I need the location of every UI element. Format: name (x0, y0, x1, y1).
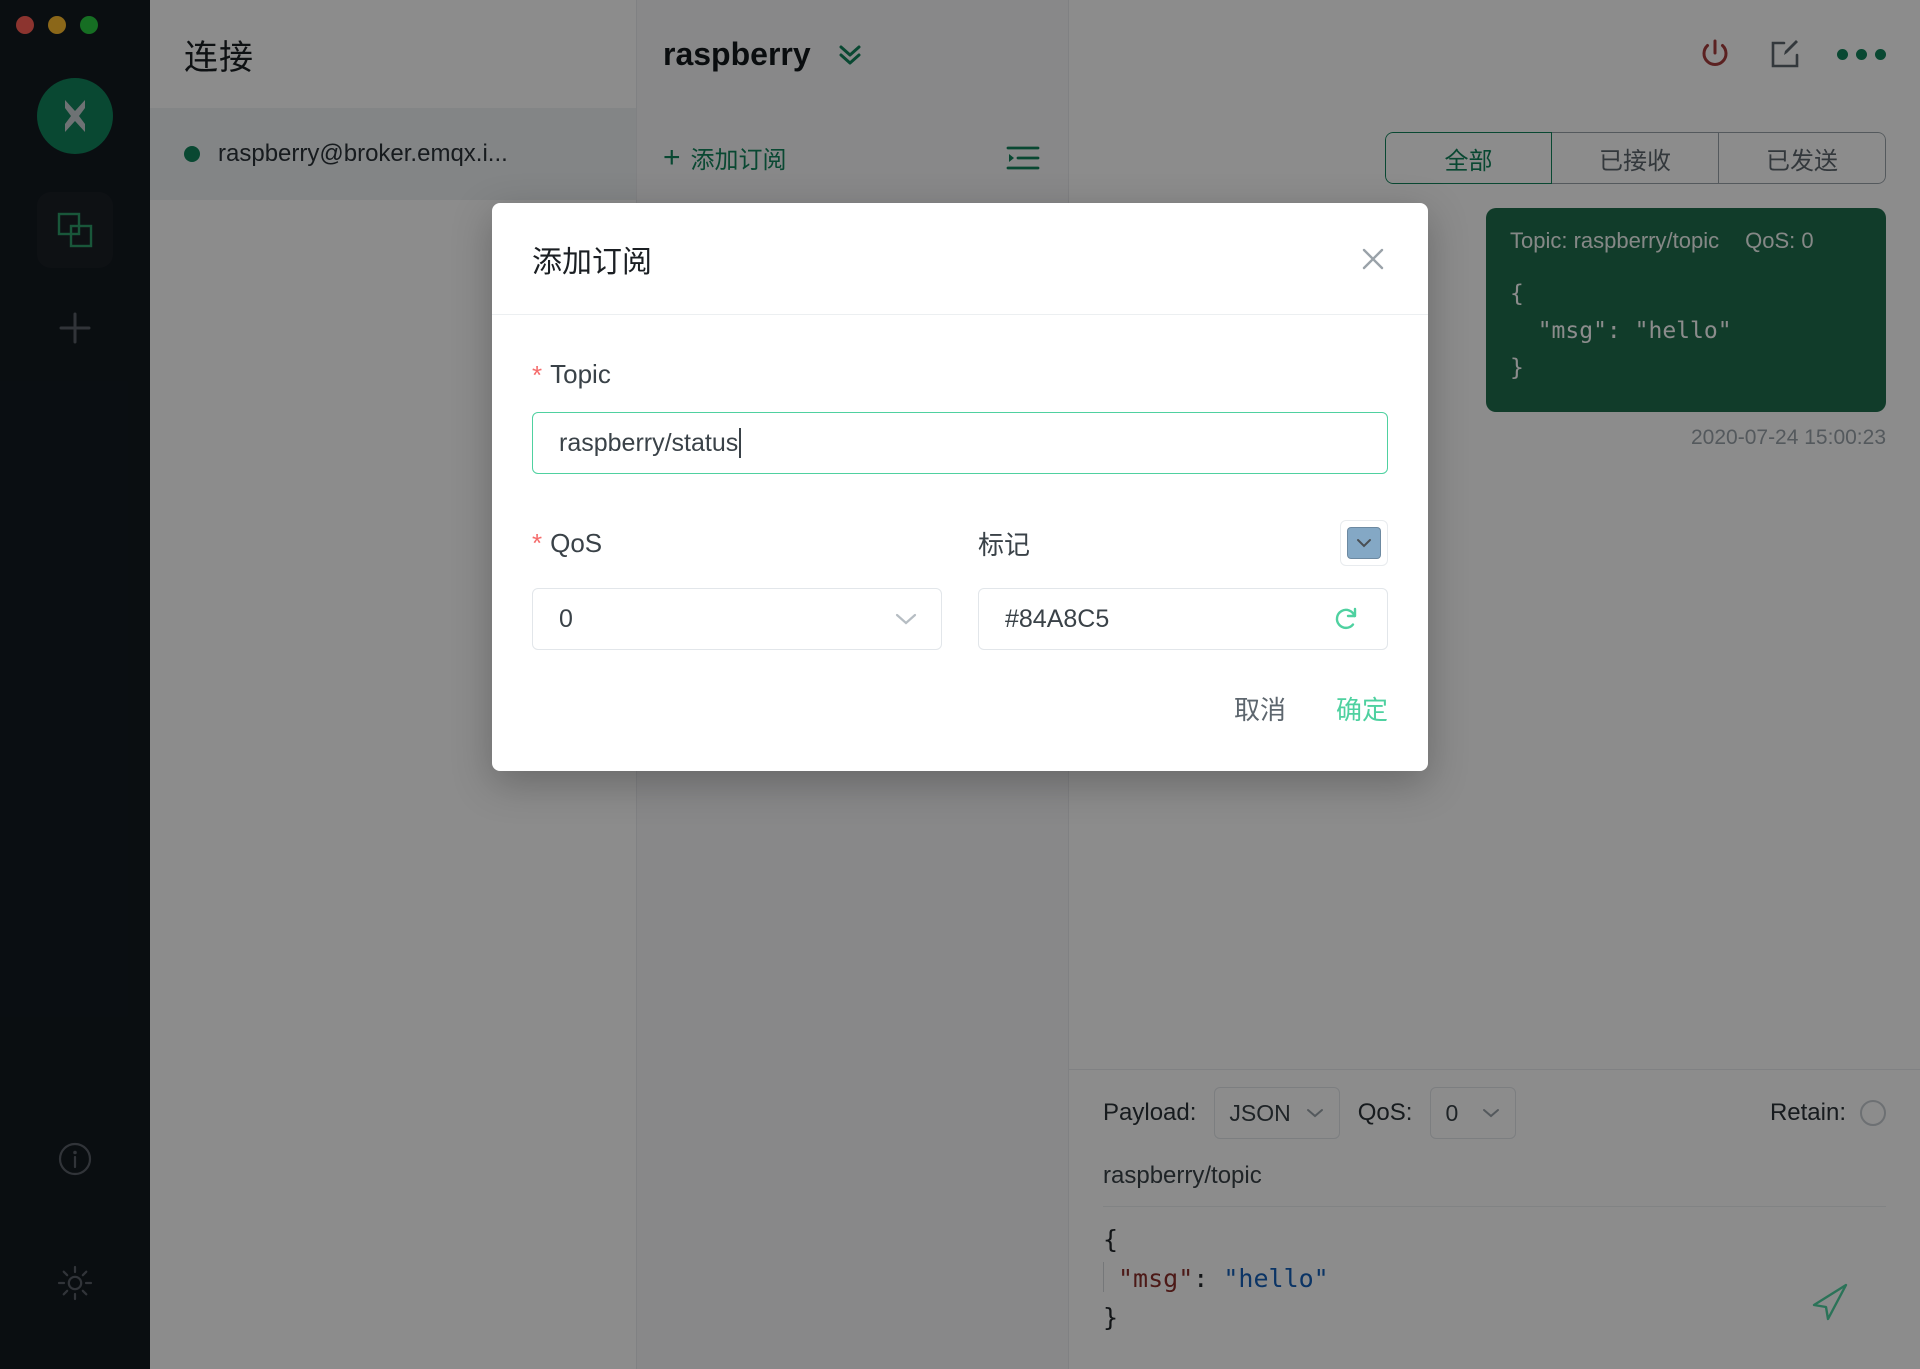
refresh-icon (1331, 604, 1361, 634)
tag-field-label: 标记 (978, 525, 1030, 562)
tag-label-text: 标记 (978, 525, 1030, 562)
text-caret (739, 428, 741, 458)
topic-field-label: * Topic (532, 359, 1388, 390)
app-root: 连接 raspberry@broker.emqx.i... + 添加订阅 (0, 0, 1920, 1369)
dialog-header: 添加订阅 (492, 203, 1428, 315)
topic-input[interactable]: raspberry/status (532, 412, 1388, 474)
qos-select[interactable]: 0 (532, 588, 942, 650)
dialog-title: 添加订阅 (532, 237, 652, 281)
close-icon (1358, 244, 1388, 274)
tag-label-row: 标记 (978, 520, 1388, 566)
color-swatch (1347, 527, 1381, 559)
required-mark: * (532, 530, 542, 556)
tag-color-input[interactable]: #84A8C5 (978, 588, 1388, 650)
chevron-down-icon (893, 610, 919, 628)
regenerate-color-button[interactable] (1331, 604, 1361, 634)
qos-and-tag-row: * QoS 0 标记 (532, 520, 1388, 650)
dialog-body: * Topic raspberry/status * QoS 0 (492, 315, 1428, 660)
close-dialog-button[interactable] (1358, 244, 1388, 274)
dialog-footer: 取消 确定 (492, 660, 1428, 771)
tag-color-value: #84A8C5 (1005, 605, 1109, 634)
qos-field-label: * QoS (532, 528, 602, 559)
required-mark: * (532, 362, 542, 388)
tag-color-field: 标记 #84A8C5 (978, 520, 1388, 650)
qos-label-row: * QoS (532, 520, 942, 566)
cancel-button[interactable]: 取消 (1234, 690, 1286, 727)
confirm-button[interactable]: 确定 (1336, 690, 1388, 727)
qos-selected-value: 0 (559, 605, 573, 634)
color-picker-button[interactable] (1340, 520, 1388, 566)
topic-label-text: Topic (550, 359, 611, 390)
qos-field: * QoS 0 (532, 520, 942, 650)
add-subscription-dialog: 添加订阅 * Topic raspberry/status * (492, 203, 1428, 771)
qos-label-text: QoS (550, 528, 602, 559)
topic-input-value: raspberry/status (559, 429, 738, 458)
chevron-down-icon (1354, 536, 1374, 550)
